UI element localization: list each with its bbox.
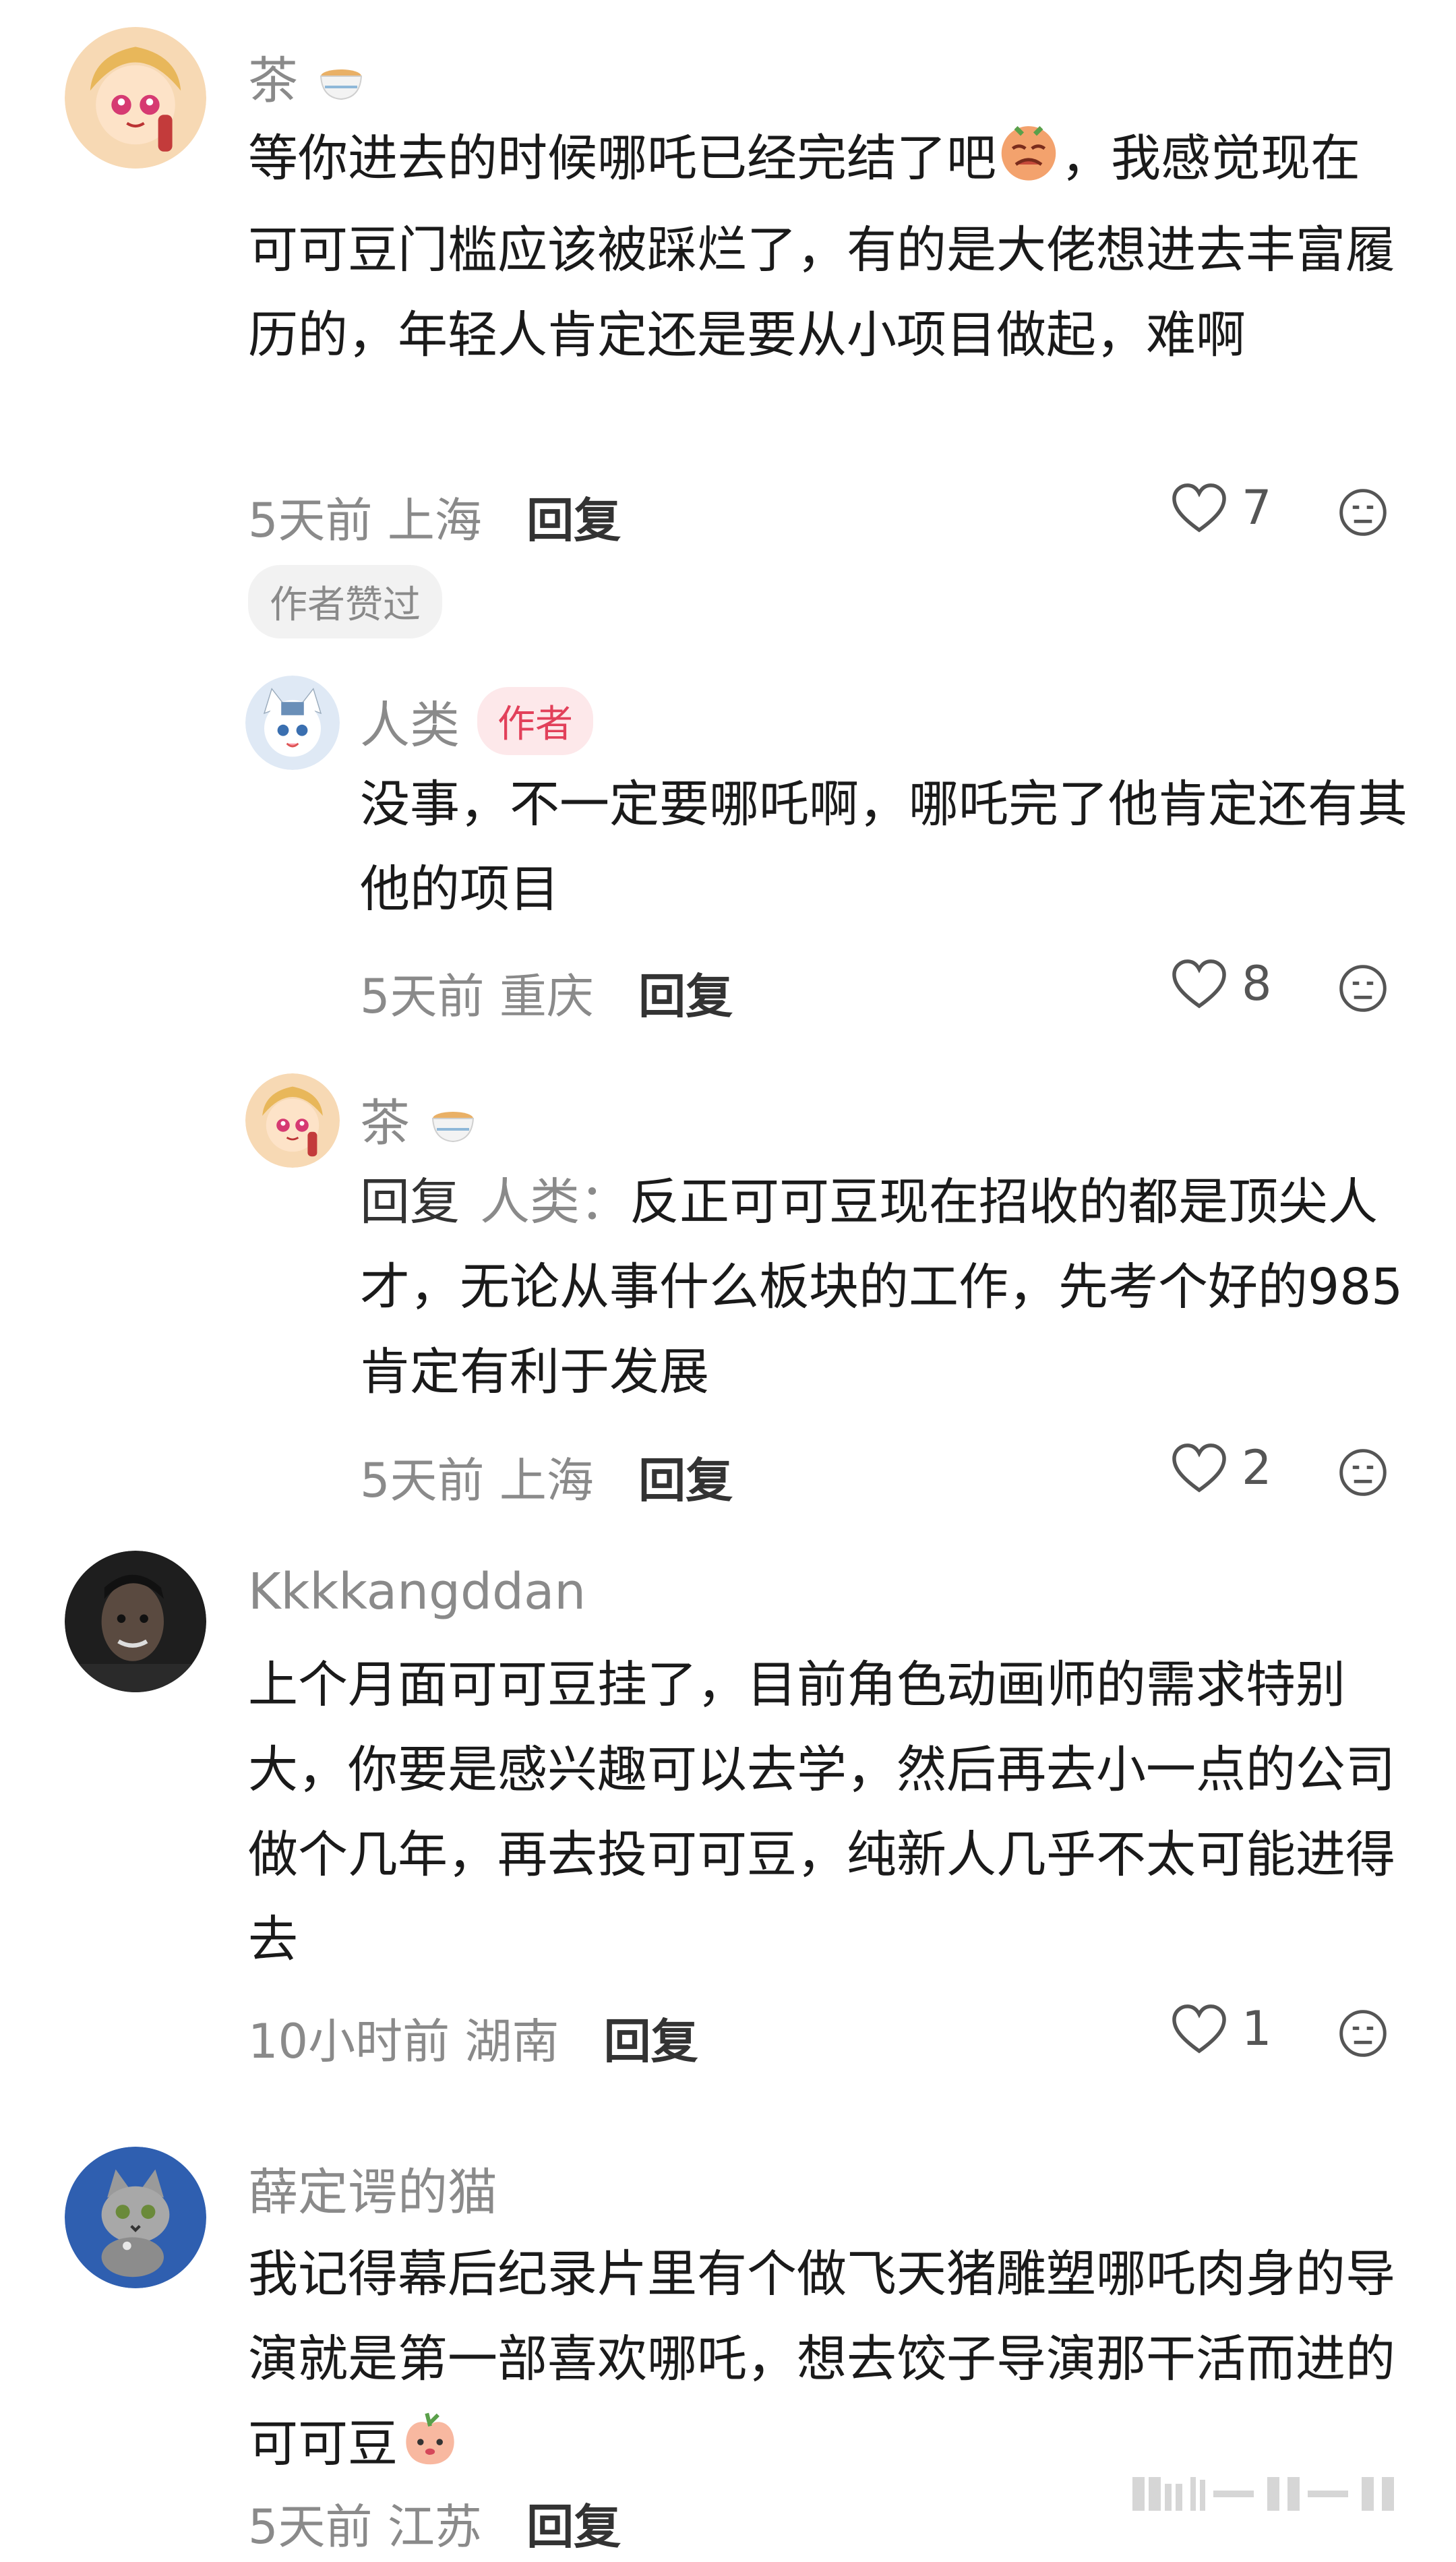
dislike-button[interactable] bbox=[1337, 1447, 1389, 1498]
peach-face-emoji bbox=[398, 2407, 462, 2493]
crying-face-emoji bbox=[996, 121, 1061, 208]
meh-face-icon bbox=[1339, 1449, 1387, 1496]
username[interactable]: 茶 bbox=[248, 40, 368, 117]
username[interactable]: 薛定谔的猫 bbox=[248, 2152, 497, 2224]
avatar[interactable] bbox=[65, 27, 206, 169]
heart-outline-icon bbox=[1172, 483, 1226, 533]
comment-text: 上个月面可可豆挂了，目前角色动画师的需求特别大，你要是感兴趣可以去学，然后再去小… bbox=[248, 1656, 1395, 1969]
anime-girl-avatar-icon bbox=[245, 1073, 340, 1168]
reply-button[interactable]: 回复 bbox=[638, 1453, 733, 1508]
comment-meta: 5天前 重庆 回复 bbox=[360, 969, 733, 1024]
tea-cup-emoji bbox=[314, 57, 368, 117]
reply-button[interactable]: 回复 bbox=[526, 2499, 621, 2555]
like-button[interactable]: 8 bbox=[1170, 956, 1272, 1011]
reply-button[interactable]: 回复 bbox=[638, 969, 733, 1024]
author-liked-badge: 作者赞过 bbox=[248, 565, 442, 638]
avatar[interactable] bbox=[245, 676, 340, 770]
comment-meta: 5天前 上海 回复 bbox=[248, 493, 621, 548]
cat-girl-avatar-icon bbox=[245, 676, 340, 770]
comment-meta: 5天前 上海 回复 bbox=[360, 1453, 733, 1508]
meh-face-icon bbox=[1339, 489, 1387, 536]
avatar[interactable] bbox=[65, 1551, 206, 1692]
cat-photo-avatar-icon bbox=[65, 2147, 206, 2288]
dislike-button[interactable] bbox=[1337, 2008, 1389, 2059]
reply-button[interactable]: 回复 bbox=[526, 493, 621, 548]
avatar[interactable] bbox=[245, 1073, 340, 1168]
meh-face-icon bbox=[1339, 2010, 1387, 2057]
dislike-button[interactable] bbox=[1337, 963, 1389, 1014]
anime-girl-avatar-icon bbox=[65, 27, 206, 169]
comment-text: 回复 人类：反正可可豆现在招收的都是顶尖人才，无论从事什么板块的工作，先考个好的9… bbox=[360, 1173, 1403, 1401]
heart-outline-icon bbox=[1172, 959, 1226, 1009]
heart-outline-icon bbox=[1172, 1443, 1226, 1493]
watermark bbox=[1132, 2470, 1416, 2528]
reply-button[interactable]: 回复 bbox=[604, 2014, 698, 2069]
reply-target-username[interactable]: 人类： bbox=[480, 1173, 630, 1231]
dislike-button[interactable] bbox=[1337, 487, 1389, 538]
author-badge: 作者 bbox=[477, 687, 593, 755]
dark-photo-avatar-icon bbox=[65, 1551, 206, 1692]
username[interactable]: 茶 bbox=[360, 1083, 480, 1159]
comment-text: 没事，不一定要哪吒啊，哪吒完了他肯定还有其他的项目 bbox=[360, 775, 1407, 918]
like-button[interactable]: 1 bbox=[1170, 2001, 1272, 2056]
comment-meta: 5天前 江苏 回复 bbox=[248, 2499, 621, 2555]
like-button[interactable]: 2 bbox=[1170, 1440, 1272, 1495]
heart-outline-icon bbox=[1172, 2004, 1226, 2054]
username[interactable]: Kkkkangddan bbox=[248, 1563, 586, 1621]
comment-text: 等你进去的时候哪吒已经完结了吧 ，我感觉现在可可豆门槛应该被踩烂了，有的是大佬想进… bbox=[248, 116, 1407, 378]
comment-text: 我记得幕后纪录片里有个做飞天猪雕塑哪吒肉身的导演就是第一部喜欢哪吒，想去饺子导演… bbox=[248, 2232, 1407, 2493]
meh-face-icon bbox=[1339, 965, 1387, 1012]
username[interactable]: 人类 作者 bbox=[360, 685, 593, 757]
tea-cup-emoji bbox=[426, 1100, 480, 1159]
avatar[interactable] bbox=[65, 2147, 206, 2288]
like-button[interactable]: 7 bbox=[1170, 480, 1272, 535]
comment-meta: 10小时前 湖南 回复 bbox=[248, 2014, 698, 2069]
reply-prefix: 回复 bbox=[360, 1173, 460, 1231]
